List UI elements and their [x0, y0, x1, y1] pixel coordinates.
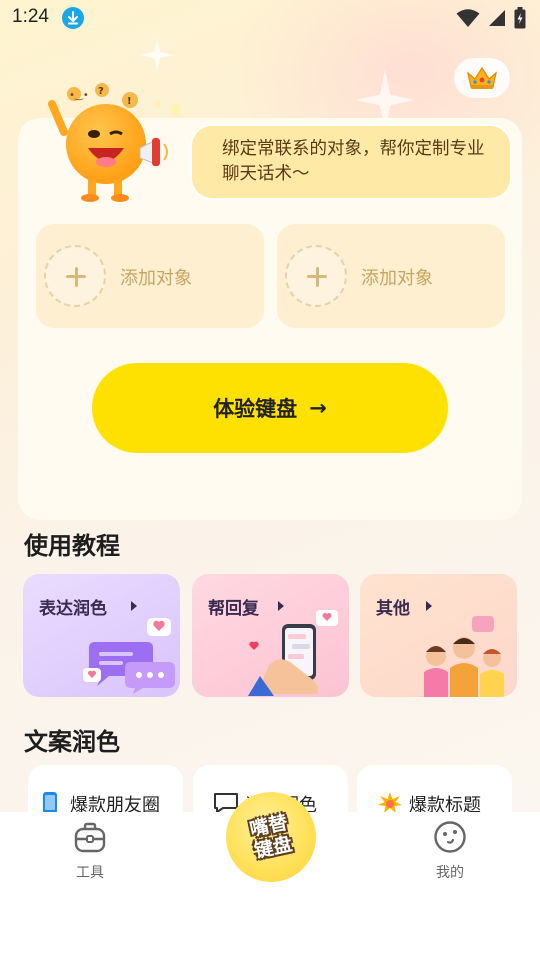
caret-right-icon [131, 601, 137, 611]
keyboard-center-button[interactable]: 嘴替 键盘 [226, 792, 316, 882]
plus-icon [44, 245, 106, 307]
mascot-illustration: •‿• ? ! [48, 83, 180, 202]
nav-mine[interactable]: 我的 [420, 820, 480, 882]
svg-text:•‿•: •‿• [69, 90, 89, 101]
caret-right-icon [426, 601, 432, 611]
bottom-navigation: 工具 嘴替 键盘 我的 [0, 792, 540, 960]
plus-icon [285, 245, 347, 307]
phone-in-hand-illustration [248, 610, 338, 696]
try-keyboard-label: 体验键盘 [213, 397, 298, 421]
status-bar: 1:24 [0, 0, 540, 38]
tutorial-card-other[interactable]: 其他 [360, 574, 517, 697]
try-keyboard-button[interactable]: 体验键盘 → [92, 363, 448, 453]
signal-icon [489, 10, 505, 26]
group-of-people-illustration [424, 616, 504, 697]
svg-text:?: ? [98, 86, 104, 97]
download-icon [62, 7, 84, 29]
add-target-label: 添加对象 [361, 268, 433, 289]
keyboard-logo: 嘴替 键盘 [248, 812, 294, 863]
toolbox-icon [74, 822, 106, 853]
copywriting-section-title: 文案润色 [24, 728, 120, 756]
nav-tools[interactable]: 工具 [60, 820, 120, 882]
add-target-card-2[interactable]: 添加对象 [277, 224, 505, 328]
arrow-right-icon: → [309, 396, 327, 420]
add-target-label: 添加对象 [120, 268, 192, 289]
chat-bubbles-illustration [83, 618, 175, 694]
intro-speech-bubble: 绑定常联系的对象，帮你定制专业聊天话术～ [190, 124, 512, 200]
tutorial-section-title: 使用教程 [24, 532, 120, 560]
svg-text:!: ! [127, 96, 132, 107]
tutorial-card-polish[interactable]: 表达润色 [23, 574, 180, 697]
vip-crown-button[interactable] [454, 58, 510, 98]
add-target-card-1[interactable]: 添加对象 [36, 224, 264, 328]
tutorial-card-label: 其他 [376, 599, 410, 619]
smiley-profile-icon [434, 821, 466, 853]
tutorial-card-reply[interactable]: 帮回复 [192, 574, 349, 697]
battery-icon [514, 7, 526, 29]
nav-tools-label: 工具 [76, 865, 104, 881]
wifi-icon [456, 9, 480, 27]
sparkle-decoration [140, 38, 174, 72]
nav-mine-label: 我的 [436, 865, 464, 881]
crown-icon [467, 66, 497, 89]
status-time: 1:24 [12, 6, 49, 27]
